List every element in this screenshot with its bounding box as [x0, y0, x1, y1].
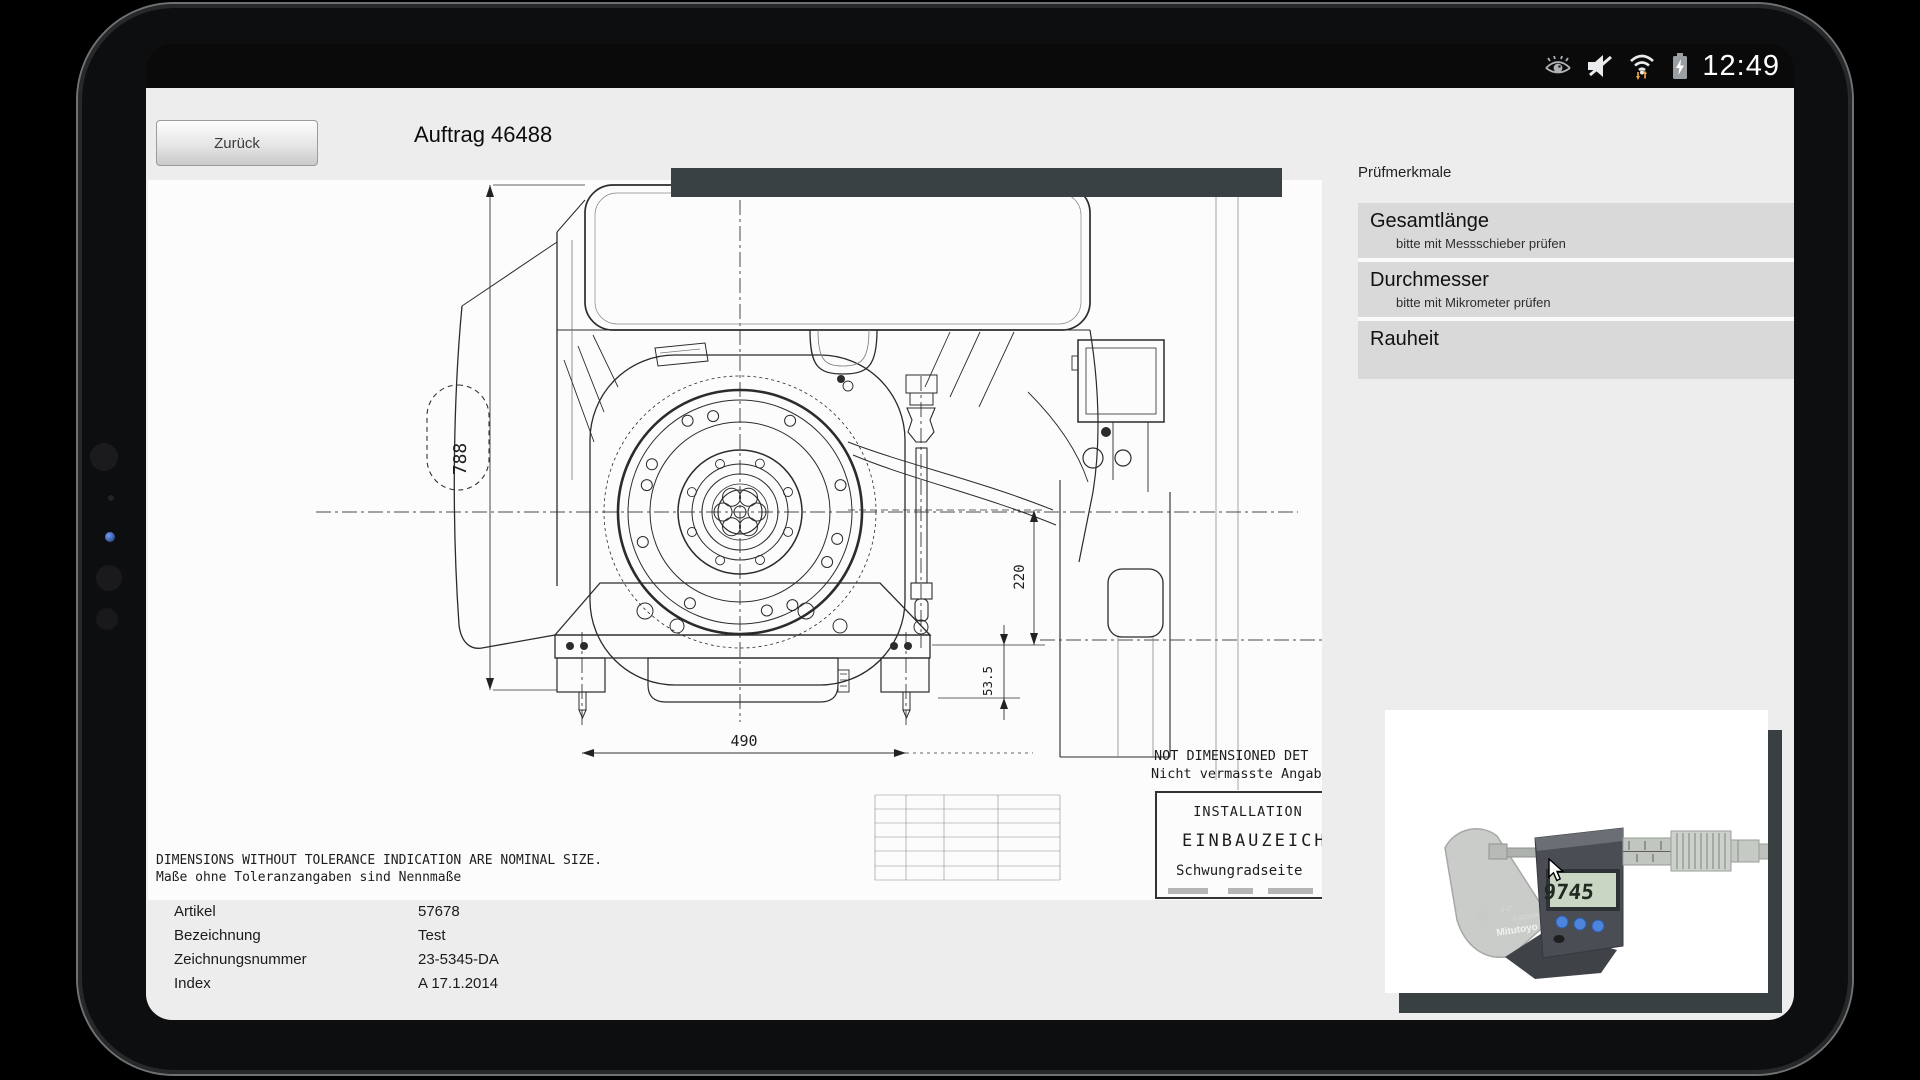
list-item-gesamtlaenge[interactable]: Gesamtlänge bitte mit Messschieber prüfe… — [1358, 203, 1794, 258]
list-item-rauheit[interactable]: Rauheit — [1358, 321, 1794, 379]
note-de: Maße ohne Toleranzangaben sind Nennmaße — [156, 870, 461, 885]
micrometer-button — [1574, 918, 1586, 930]
metadata-row: Zeichnungsnummer 23-5345-DA — [174, 951, 774, 975]
technical-drawing: 788 490 220 53.5 — [148, 180, 1322, 900]
battery-charging-icon — [1672, 53, 1688, 80]
titleblock-line1: INSTALLATION — [1193, 804, 1303, 820]
light-sensor — [108, 495, 114, 501]
front-camera — [90, 443, 118, 471]
micrometer-image: 9745 0-1" 0.001mm Mitutoyo — [1385, 710, 1768, 993]
proximity-sensor — [96, 565, 122, 591]
micrometer-button — [1556, 916, 1568, 928]
metadata-table: Artikel 57678 Bezeichnung Test Zeichnung… — [174, 903, 774, 999]
title-block: INSTALLATION EINBAUZEICHNU Schwungradsei… — [1156, 792, 1322, 898]
mouse-cursor — [1548, 858, 1568, 882]
dim-width: 490 — [730, 732, 757, 750]
screen: 12:49 Zurück Auftrag 46488 — [146, 44, 1794, 1020]
notification-led — [105, 532, 115, 542]
clock: 12:49 — [1702, 50, 1780, 83]
dim-offset: 220 — [1012, 564, 1028, 589]
titleblock-line3: Schwungradseite — [1176, 863, 1302, 879]
micrometer-button — [1592, 920, 1604, 932]
back-button[interactable]: Zurück — [156, 120, 318, 166]
note-right-en: NOT DIMENSIONED DET — [1154, 748, 1308, 764]
dim-height: 788 — [450, 443, 471, 476]
metadata-row: Index A 17.1.2014 — [174, 975, 774, 999]
parts-table — [875, 795, 1060, 880]
metadata-row: Bezeichnung Test — [174, 927, 774, 951]
drawing-viewer[interactable]: 788 490 220 53.5 — [148, 180, 1322, 900]
metadata-row: Artikel 57678 — [174, 903, 774, 927]
lcd-reading: 9745 — [1542, 879, 1595, 904]
eye-icon — [1543, 55, 1573, 77]
inspection-list: Gesamtlänge bitte mit Messschieber prüfe… — [1358, 203, 1794, 379]
scan-artifact-bar — [671, 168, 1282, 197]
app-root: Zurück Auftrag 46488 — [146, 88, 1794, 1020]
engine-outline — [454, 185, 1098, 685]
note-en: DIMENSIONS WITHOUT TOLERANCE INDICATION … — [156, 853, 602, 868]
page-title: Auftrag 46488 — [414, 122, 552, 148]
mute-icon — [1587, 54, 1614, 78]
list-item-durchmesser[interactable]: Durchmesser bitte mit Mikrometer prüfen — [1358, 262, 1794, 317]
drawing-notes: NOT DIMENSIONED DET Nicht vermasste Anga… — [156, 748, 1322, 885]
dimensions: 788 490 220 53.5 — [427, 185, 1045, 757]
titleblock-line2: EINBAUZEICHNU — [1182, 831, 1322, 851]
tablet-body: 12:49 Zurück Auftrag 46488 — [78, 4, 1852, 1074]
status-bar: 12:49 — [146, 44, 1794, 88]
wifi-transfer-icon — [1628, 53, 1658, 80]
base-frame — [555, 583, 930, 718]
dim-foot: 53.5 — [980, 666, 995, 696]
inspection-list-title: Prüfmerkmale — [1358, 164, 1451, 181]
ambient-sensor — [96, 608, 118, 630]
note-right-de: Nicht vermasste Angab — [1151, 766, 1322, 782]
